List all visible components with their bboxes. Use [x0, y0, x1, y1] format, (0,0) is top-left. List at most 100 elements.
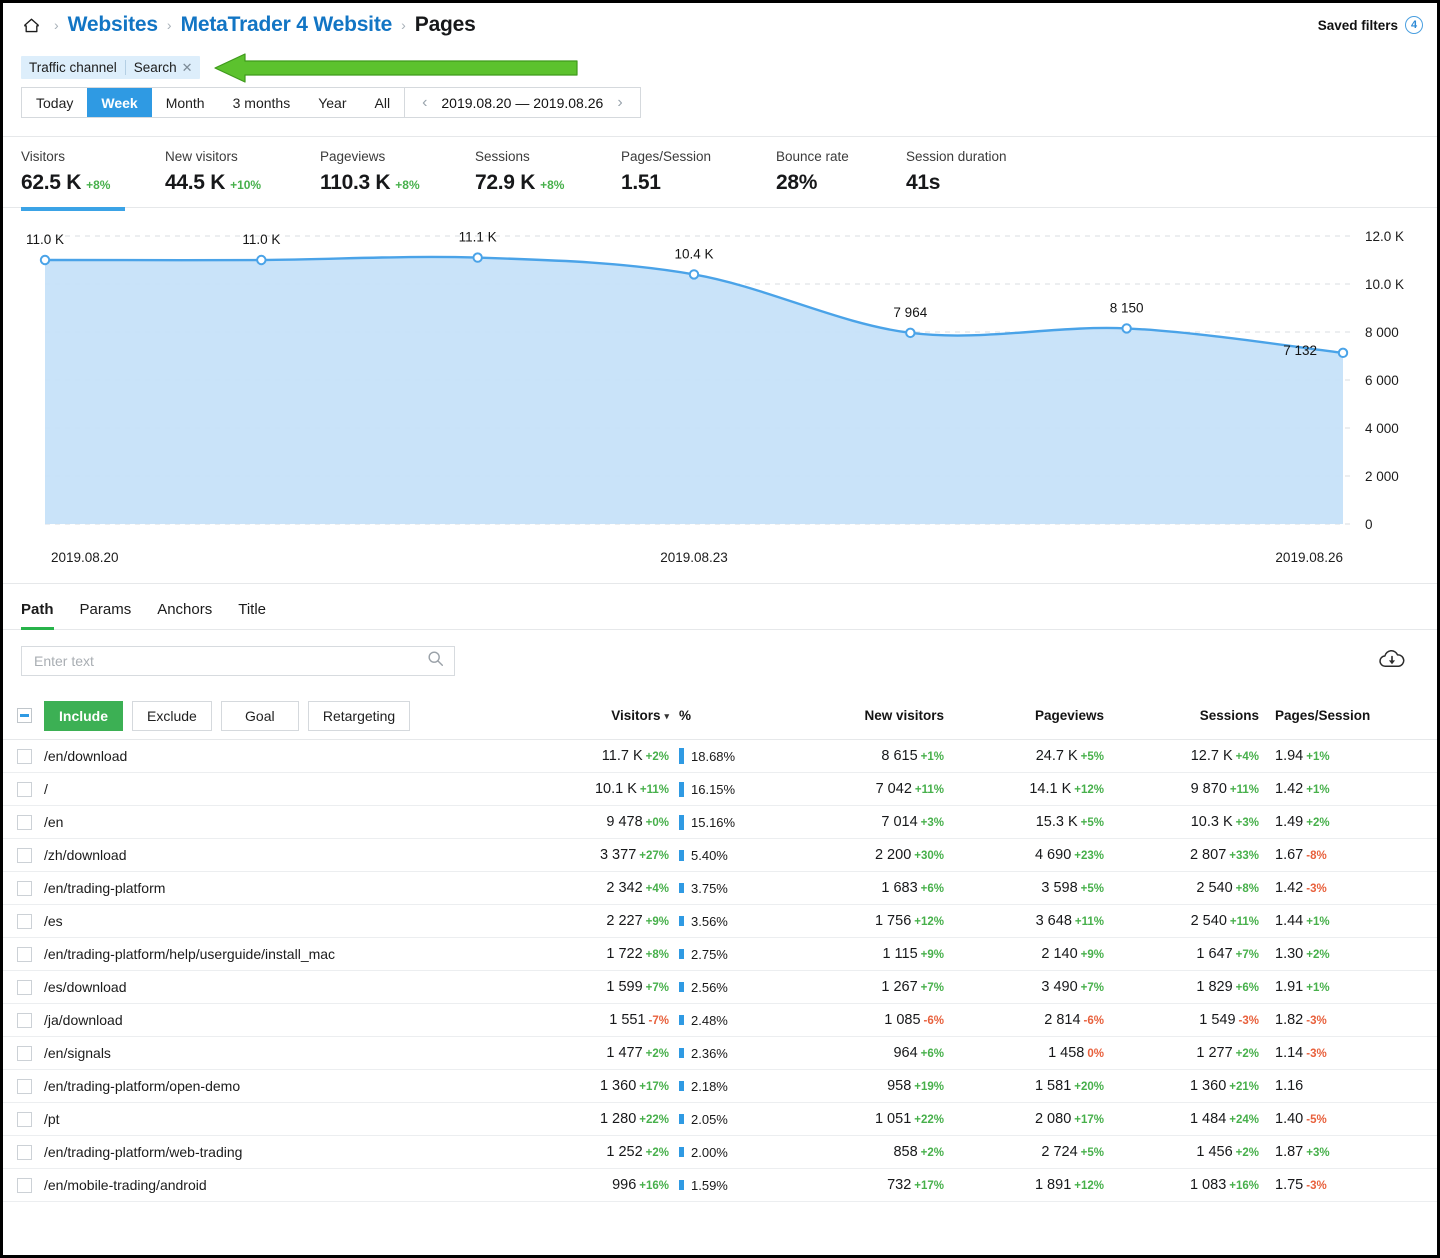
table-row[interactable]: /en/trading-platform/help/userguide/inst… — [3, 938, 1437, 971]
kpi-visitors[interactable]: Visitors 62.5 K +8% — [21, 149, 165, 211]
cell-path[interactable]: /en/trading-platform/help/userguide/inst… — [44, 946, 519, 962]
saved-filters-label: Saved filters — [1317, 17, 1398, 33]
retargeting-button[interactable]: Retargeting — [307, 700, 411, 731]
column-header-pages-session[interactable]: Pages/Session — [1259, 708, 1419, 723]
tab-params[interactable]: Params — [67, 601, 145, 629]
select-all-checkbox[interactable] — [17, 708, 32, 723]
table-row[interactable]: /es/download 1 599 +7% 2.56% 1 267 +7% 3 490 +7… — [3, 971, 1437, 1004]
cell-path[interactable]: /es/download — [44, 979, 519, 995]
close-icon[interactable]: ✕ — [182, 56, 193, 79]
table-row[interactable]: /en/signals 1 477 +2% 2.36% 964 +6% 1 458 0% 1 2… — [3, 1037, 1437, 1070]
visitors-area-chart[interactable]: 0 2 000 4 000 6 000 8 000 10.0 K 12.0 K 11.0 K 1… — [3, 208, 1437, 584]
home-icon[interactable] — [21, 15, 41, 35]
row-checkbox[interactable] — [17, 1045, 32, 1061]
tab-path[interactable]: Path — [21, 601, 67, 630]
table-row[interactable]: /en/download 11.7 K +2% 18.68% 8 615 +1% 24.7 … — [3, 740, 1437, 773]
table-row[interactable]: /10.1 K +11% 16.15% 7 042 +11% 14.1 K +12% 9 87… — [3, 773, 1437, 806]
filter-chip-traffic-channel[interactable]: Traffic channel Search ✕ — [21, 55, 201, 79]
percent-bar — [679, 916, 684, 926]
column-header-sessions[interactable]: Sessions — [1104, 708, 1259, 723]
table-row[interactable]: /en/trading-platform 2 342 +4% 3.75% 1 683 +6… — [3, 872, 1437, 905]
row-checkbox[interactable] — [17, 814, 32, 830]
cell-path[interactable]: /es — [44, 913, 519, 929]
column-header-pageviews[interactable]: Pageviews — [944, 708, 1104, 723]
cell-path[interactable]: / — [44, 781, 519, 797]
column-header-visitors[interactable]: Visitors ▾ — [519, 708, 669, 723]
period-selector-wrap: Today Week Month 3 months Year All ‹ 201… — [3, 87, 1437, 118]
cell-visitors-delta: +17% — [639, 1081, 669, 1093]
period-button-today[interactable]: Today — [22, 88, 87, 117]
breadcrumb-item-metatrader-4-website[interactable]: MetaTrader 4 Website — [181, 13, 393, 37]
cell-path[interactable]: /en/mobile-trading/android — [44, 1177, 519, 1193]
kpi-value-row: 1.51 — [621, 171, 754, 195]
cell-path[interactable]: /en/signals — [44, 1045, 519, 1061]
chart-data-point[interactable] — [1337, 347, 1349, 359]
cell-pages-session-delta: -5% — [1306, 1114, 1327, 1126]
table-row[interactable]: /zh/download 3 377 +27% 5.40% 2 200 +30% 4 690… — [3, 839, 1437, 872]
row-checkbox[interactable] — [17, 847, 32, 863]
chart-data-point[interactable] — [39, 254, 51, 266]
cell-path[interactable]: /zh/download — [44, 847, 519, 863]
table-row[interactable]: /en/mobile-trading/android 996 +16% 1.59% 73… — [3, 1169, 1437, 1202]
row-checkbox[interactable] — [17, 946, 32, 962]
period-button-month[interactable]: Month — [152, 88, 219, 117]
row-checkbox[interactable] — [17, 1111, 32, 1127]
table-row[interactable]: /ja/download 1 551 -7% 2.48% 1 085 -6% 2 814 -6… — [3, 1004, 1437, 1037]
chart-data-point[interactable] — [472, 252, 483, 263]
cell-path[interactable]: /en — [44, 814, 519, 830]
table-row[interactable]: /en 9 478 +0% 15.16% 7 014 +3% 15.3 K +5% 10.3 K… — [3, 806, 1437, 839]
period-button-3-months[interactable]: 3 months — [219, 88, 305, 117]
row-checkbox[interactable] — [17, 748, 32, 764]
row-checkbox[interactable] — [17, 1078, 32, 1094]
cell-pageviews: 24.7 K +5% — [944, 748, 1104, 764]
cell-path[interactable]: /en/trading-platform/open-demo — [44, 1078, 519, 1094]
period-button-year[interactable]: Year — [304, 88, 360, 117]
kpi-new-visitors[interactable]: New visitors 44.5 K +10% — [165, 149, 320, 195]
exclude-button[interactable]: Exclude — [132, 700, 212, 731]
search-box[interactable] — [21, 646, 455, 676]
previous-period-icon[interactable]: ‹ — [414, 94, 435, 112]
row-checkbox[interactable] — [17, 880, 32, 896]
next-period-icon[interactable]: › — [609, 94, 630, 112]
row-checkbox[interactable] — [17, 1177, 32, 1193]
table-row[interactable]: /en/trading-platform/open-demo 1 360 +17% 2… — [3, 1070, 1437, 1103]
chart-data-point[interactable] — [688, 269, 700, 280]
date-range-label[interactable]: 2019.08.20 — 2019.08.26 — [435, 95, 609, 111]
period-button-week[interactable]: Week — [87, 88, 152, 117]
cell-path[interactable]: /ja/download — [44, 1012, 519, 1028]
breadcrumb-item-websites[interactable]: Websites — [68, 13, 158, 37]
include-button[interactable]: Include — [44, 700, 124, 731]
table-row[interactable]: /pt 1 280 +22% 2.05% 1 051 +22% 2 080 +17% 1 484… — [3, 1103, 1437, 1136]
cell-path[interactable]: /en/download — [44, 748, 519, 764]
percent-bar — [679, 1114, 684, 1124]
cell-path[interactable]: /en/trading-platform — [44, 880, 519, 896]
period-button-all[interactable]: All — [361, 88, 405, 117]
chart-data-point[interactable] — [1121, 323, 1132, 334]
cloud-download-icon[interactable] — [1377, 648, 1407, 675]
kpi-pageviews[interactable]: Pageviews 110.3 K +8% — [320, 149, 475, 195]
chart-data-point[interactable] — [905, 327, 916, 339]
kpi-bounce-rate[interactable]: Bounce rate 28% — [776, 149, 906, 195]
tab-anchors[interactable]: Anchors — [144, 601, 225, 629]
kpi-session-duration[interactable]: Session duration 41s — [906, 149, 1068, 195]
cell-path[interactable]: /pt — [44, 1111, 519, 1127]
kpi-sessions[interactable]: Sessions 72.9 K +8% — [475, 149, 621, 195]
column-header-new-visitors[interactable]: New visitors — [779, 708, 944, 723]
cell-path[interactable]: /en/trading-platform/web-trading — [44, 1144, 519, 1160]
goal-button[interactable]: Goal — [220, 700, 299, 731]
column-header-percent[interactable]: % — [669, 708, 779, 723]
table-row[interactable]: /en/trading-platform/web-trading 1 252 +2%… — [3, 1136, 1437, 1169]
row-checkbox[interactable] — [17, 1144, 32, 1160]
row-checkbox[interactable] — [17, 1012, 32, 1028]
row-checkbox[interactable] — [17, 781, 32, 797]
kpi-pages-session[interactable]: Pages/Session 1.51 — [621, 149, 776, 195]
chart-data-point[interactable] — [256, 254, 267, 266]
search-input[interactable] — [32, 652, 421, 670]
row-checkbox[interactable] — [17, 979, 32, 995]
percent-bar — [679, 1048, 684, 1058]
row-checkbox[interactable] — [17, 913, 32, 929]
search-icon[interactable] — [427, 650, 444, 672]
table-row[interactable]: /es 2 227 +9% 3.56% 1 756 +12% 3 648 +11% 2 540 +… — [3, 905, 1437, 938]
tab-title[interactable]: Title — [225, 601, 279, 629]
saved-filters-button[interactable]: Saved filters 4 — [1318, 16, 1423, 34]
